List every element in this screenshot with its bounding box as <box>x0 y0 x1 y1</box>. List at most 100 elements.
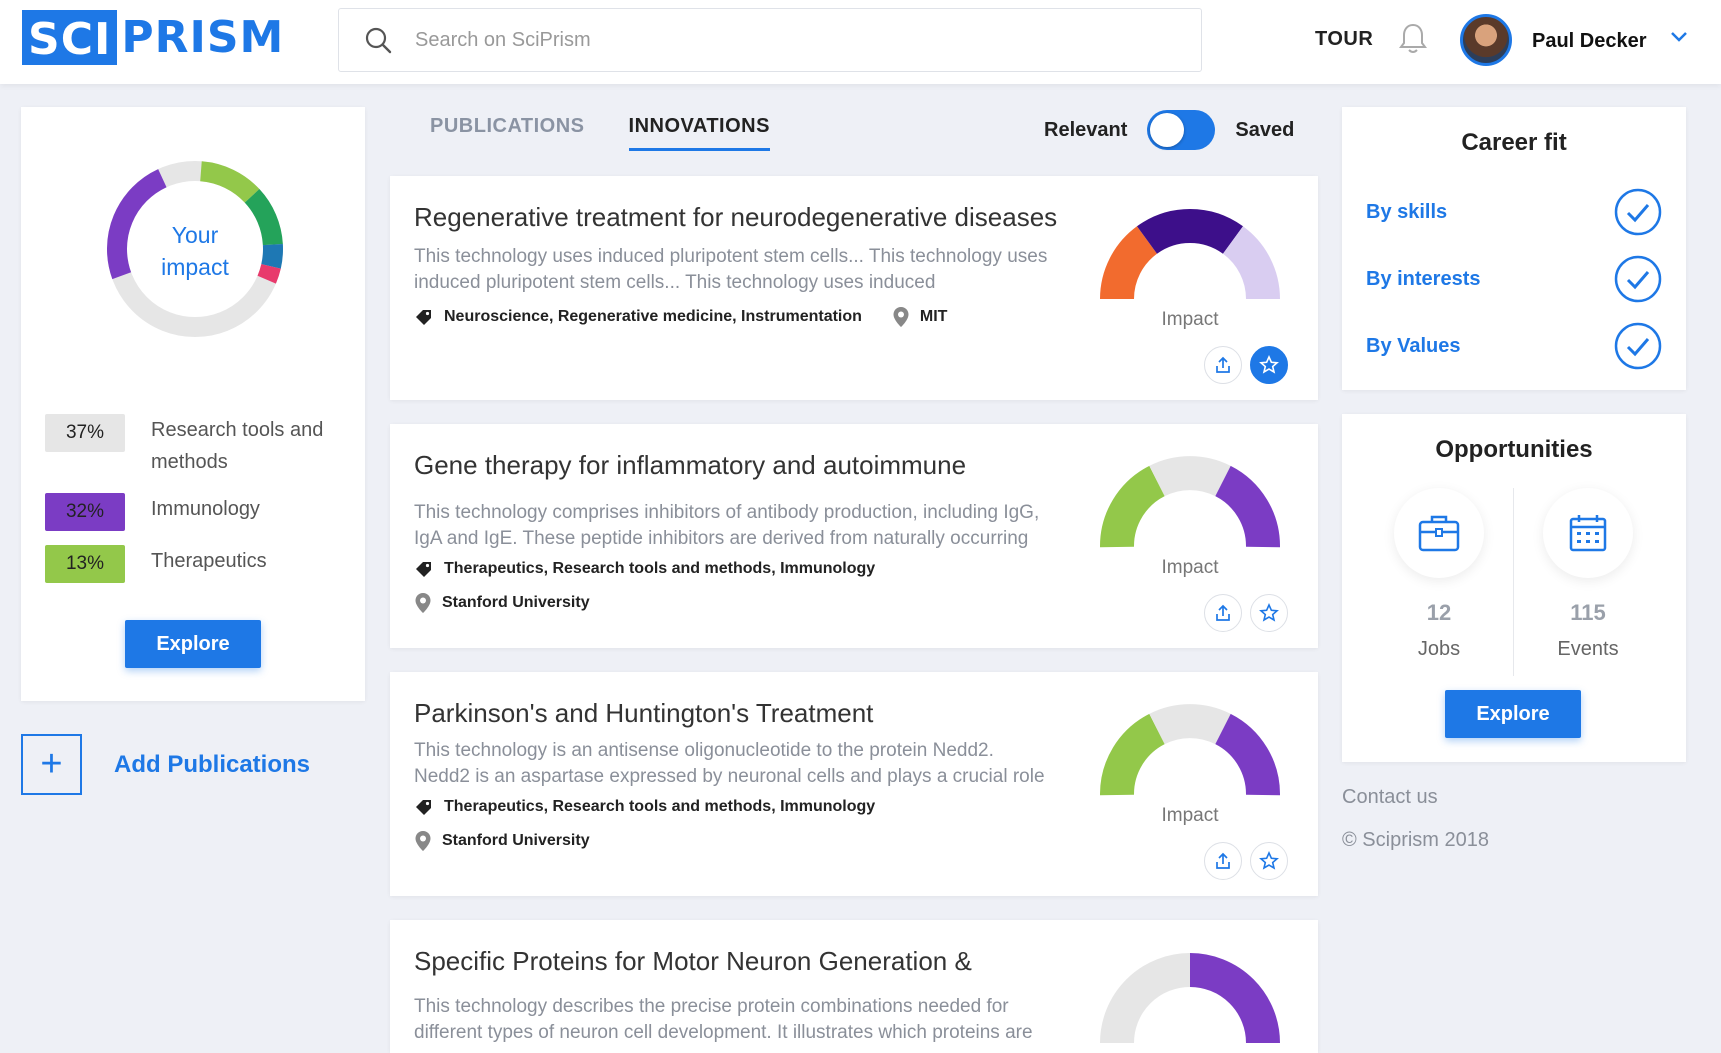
tab-innovations[interactable]: INNOVATIONS <box>628 115 770 151</box>
share-button[interactable] <box>1204 842 1242 880</box>
card-title[interactable]: Parkinson's and Huntington's Treatment <box>414 698 873 729</box>
impact-card: Your impact 37% Research tools and metho… <box>21 107 365 701</box>
card-tags-row: Therapeutics, Research tools and methods… <box>414 560 875 578</box>
legend-label: Immunology <box>151 498 260 520</box>
contact-us-link[interactable]: Contact us <box>1342 786 1438 809</box>
tab-publications[interactable]: PUBLICATIONS <box>430 115 585 151</box>
plus-icon[interactable]: + <box>21 734 82 795</box>
card-description: This technology describes the precise pr… <box>414 996 1033 1043</box>
tag-icon <box>416 800 431 815</box>
toggle-label-saved: Saved <box>1235 118 1295 141</box>
legend-percent-badge: 32% <box>45 493 125 531</box>
share-icon <box>1216 356 1230 373</box>
top-header: SCI PRISM TOUR Paul Decker <box>0 0 1721 84</box>
your-impact-line2: impact <box>161 254 229 280</box>
toggle-knob <box>1150 113 1185 147</box>
innovation-card[interactable]: Gene therapy for inflammatory and autoim… <box>390 424 1318 648</box>
impact-gauge <box>1100 953 1280 1044</box>
toggle-switch[interactable] <box>1147 110 1216 150</box>
add-publications[interactable]: + Add Publications <box>21 734 310 795</box>
location-pin-icon <box>415 831 431 851</box>
card-description: This technology is an antisense oligonuc… <box>414 740 1045 787</box>
chevron-down-icon[interactable] <box>1670 30 1688 44</box>
star-icon <box>1259 603 1279 622</box>
save-star-button[interactable] <box>1250 842 1288 880</box>
legend-item: 13% Therapeutics <box>45 545 331 583</box>
content-tabs: PUBLICATIONS INNOVATIONS <box>430 115 814 151</box>
career-fit-label[interactable]: By interests <box>1366 268 1481 291</box>
card-location: Stanford University <box>442 832 590 849</box>
career-fit-card: Career fit By skills By interests By Val… <box>1342 107 1686 390</box>
career-fit-title: Career fit <box>1461 129 1567 156</box>
career-fit-item[interactable]: By interests <box>1366 255 1662 303</box>
card-location-row: Stanford University <box>414 830 590 852</box>
check-circle-icon <box>1614 322 1662 370</box>
impact-label: Impact <box>1161 557 1219 578</box>
legend-percent-badge: 37% <box>45 414 125 452</box>
jobs-label: Jobs <box>1417 638 1461 660</box>
events-button[interactable] <box>1543 488 1633 578</box>
user-name[interactable]: Paul Decker <box>1532 30 1647 53</box>
search-input[interactable] <box>415 28 1175 52</box>
opportunities-divider <box>1513 488 1514 676</box>
location-pin-icon <box>415 593 431 613</box>
card-title[interactable]: Specific Proteins for Motor Neuron Gener… <box>414 946 972 977</box>
legend-percent-badge: 13% <box>45 545 125 583</box>
impact-label: Impact <box>1161 309 1219 330</box>
career-fit-item[interactable]: By skills <box>1366 188 1662 236</box>
share-button[interactable] <box>1204 346 1242 384</box>
notification-bell-icon[interactable] <box>1398 22 1428 56</box>
check-circle-icon <box>1614 255 1662 303</box>
events-label: Events <box>1557 638 1619 660</box>
card-description: This technology uses induced pluripotent… <box>414 246 1048 293</box>
search-bar <box>338 8 1202 72</box>
your-impact-line1: Your <box>171 222 219 248</box>
career-fit-label[interactable]: By skills <box>1366 201 1447 224</box>
innovation-card[interactable]: Regenerative treatment for neurodegenera… <box>390 176 1318 400</box>
innovation-card[interactable]: Specific Proteins for Motor Neuron Gener… <box>390 920 1318 1053</box>
share-icon <box>1216 604 1230 621</box>
events-count: 115 <box>1570 600 1606 625</box>
card-meta-row: Neuroscience, Regenerative medicine, Ins… <box>414 306 947 328</box>
card-tags: Therapeutics, Research tools and methods… <box>444 798 876 815</box>
relevant-saved-toggle: Relevant Saved <box>1044 110 1294 150</box>
impact-gauge <box>1100 704 1280 796</box>
card-title[interactable]: Regenerative treatment for neurodegenera… <box>414 202 1057 233</box>
save-star-button[interactable] <box>1250 346 1288 384</box>
innovation-card[interactable]: Parkinson's and Huntington's Treatment T… <box>390 672 1318 896</box>
user-avatar[interactable] <box>1460 14 1512 66</box>
legend-item: 32% Immunology <box>45 493 331 531</box>
check-circle-icon <box>1614 188 1662 236</box>
card-tags: Neuroscience, Regenerative medicine, Ins… <box>444 308 862 325</box>
jobs-count: 12 <box>1426 600 1452 625</box>
card-tags: Therapeutics, Research tools and methods… <box>444 560 876 577</box>
logo-box-text: SCI <box>22 10 118 65</box>
career-fit-label[interactable]: By Values <box>1366 335 1461 358</box>
star-icon <box>1259 355 1279 374</box>
share-button[interactable] <box>1204 594 1242 632</box>
calendar-icon <box>1569 515 1607 552</box>
sciprism-logo[interactable]: SCI PRISM <box>22 10 284 65</box>
card-title[interactable]: Gene therapy for inflammatory and autoim… <box>414 450 966 481</box>
star-icon <box>1259 851 1279 870</box>
save-star-button[interactable] <box>1250 594 1288 632</box>
career-fit-item[interactable]: By Values <box>1366 322 1662 370</box>
card-location: MIT <box>919 308 948 325</box>
location-pin-icon <box>893 307 909 327</box>
card-tags-row: Therapeutics, Research tools and methods… <box>414 798 875 816</box>
share-icon <box>1216 852 1230 869</box>
legend-label: Research tools and methods <box>151 419 324 473</box>
opportunities-explore-button[interactable]: Explore <box>1445 690 1581 738</box>
impact-explore-button[interactable]: Explore <box>125 620 261 668</box>
tag-icon <box>416 310 431 325</box>
copyright-text: © Sciprism 2018 <box>1342 829 1490 851</box>
logo-rest-text: PRISM <box>121 12 285 63</box>
your-impact-label: Your impact <box>105 219 285 283</box>
legend-label: Therapeutics <box>151 550 267 572</box>
jobs-button[interactable] <box>1394 488 1484 578</box>
toggle-label-relevant: Relevant <box>1044 118 1128 141</box>
add-publications-label[interactable]: Add Publications <box>114 751 310 779</box>
tour-link[interactable]: TOUR <box>1315 28 1373 51</box>
card-location: Stanford University <box>442 594 590 611</box>
impact-gauge <box>1100 456 1280 548</box>
